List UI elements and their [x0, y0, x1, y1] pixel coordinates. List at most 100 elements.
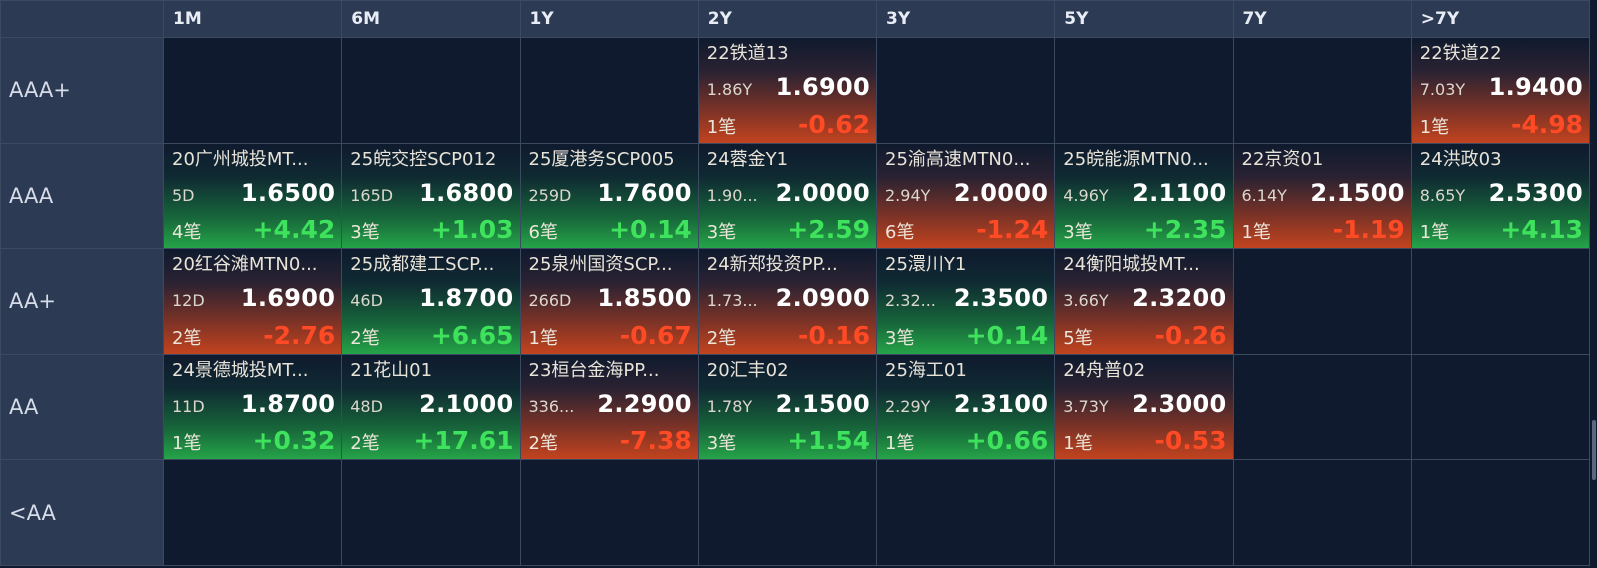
yield-change: +0.32 [252, 426, 336, 456]
bond-card[interactable]: 24衡阳城投MT... 3.66Y 2.3200 5笔 -0.26 [1055, 249, 1233, 354]
trade-count: 1笔 [1241, 222, 1271, 244]
bond-cell[interactable]: 25皖能源MTN0... 4.96Y 2.1100 3笔 +2.35 [1055, 143, 1233, 249]
trade-count: 3笔 [706, 433, 737, 455]
bond-term: 266D [528, 291, 572, 311]
bond-card[interactable]: 25泉州国资SCP... 266D 1.8500 1笔 -0.67 [520, 249, 698, 354]
col-header-2y[interactable]: 2Y [698, 1, 876, 37]
bond-term: 336... [528, 397, 575, 417]
bond-name: 25皖交控SCP012 [350, 148, 497, 170]
bond-cell[interactable]: 22京资01 6.14Y 2.1500 1笔 -1.19 [1233, 143, 1411, 249]
row-label: AA [1, 354, 163, 460]
bond-name: 22铁道22 [1419, 43, 1502, 64]
bond-card[interactable]: 25皖交控SCP012 165D 1.6800 3笔 +1.03 [342, 143, 520, 249]
bond-name: 24新郑投资PP... [706, 254, 838, 276]
col-header-7y[interactable]: 7Y [1233, 1, 1411, 37]
bond-cell[interactable]: 25成都建工SCP... 46D 1.8700 2笔 +6.65 [342, 249, 520, 354]
col-header-6m[interactable]: 6M [342, 1, 520, 37]
bond-term: 11D [172, 397, 205, 417]
empty-cell [164, 38, 342, 143]
bond-card[interactable]: 25成都建工SCP... 46D 1.8700 2笔 +6.65 [342, 249, 520, 354]
bond-card[interactable]: 22铁道13 1.86Y 1.6900 1笔 -0.62 [698, 38, 876, 143]
bond-yield: 1.8700 [419, 284, 514, 313]
empty-cell [1055, 38, 1233, 143]
bond-card[interactable]: 24洪政03 8.65Y 2.5300 1笔 +4.13 [1411, 143, 1589, 249]
bond-cell[interactable]: 24衡阳城投MT... 3.66Y 2.3200 5笔 -0.26 [1055, 249, 1233, 354]
bond-cell[interactable]: 20广州城投MT... 5D 1.6500 4笔 +4.42 [164, 143, 342, 249]
bond-yield: 2.3100 [953, 390, 1049, 419]
bond-cell[interactable]: 20红谷滩MTN0... 12D 1.6900 2笔 -2.76 [164, 249, 342, 354]
bond-card[interactable]: 20广州城投MT... 5D 1.6500 4笔 +4.42 [164, 143, 342, 249]
bond-card[interactable]: 25渝高速MTN0... 2.94Y 2.0000 6笔 -1.24 [877, 143, 1055, 249]
bond-name: 24舟普02 [1063, 359, 1146, 381]
bond-yield: 1.8700 [240, 390, 336, 419]
bond-card[interactable]: 25澴川Y1 2.32... 2.3500 3笔 +0.14 [877, 249, 1055, 354]
empty-cell [520, 460, 698, 565]
bond-cell[interactable]: 24景德城投MT... 11D 1.8700 1笔 +0.32 [164, 354, 342, 460]
empty-cell [1411, 249, 1589, 354]
bond-cell[interactable]: 24蓉金Y1 1.90... 2.0000 3笔 +2.59 [698, 143, 876, 249]
bond-term: 6.14Y [1241, 185, 1287, 205]
empty-cell [342, 38, 520, 143]
bond-yield: 2.1500 [775, 390, 870, 419]
bond-card[interactable]: 23桓台金海PP... 336... 2.2900 2笔 -7.38 [520, 354, 698, 460]
bond-card[interactable]: 24舟普02 3.73Y 2.3000 1笔 -0.53 [1055, 354, 1233, 460]
bond-name: 22京资01 [1241, 148, 1324, 170]
bond-cell[interactable]: 25厦港务SCP005 259D 1.7600 6笔 +0.14 [520, 143, 698, 249]
bond-card[interactable]: 22铁道22 7.03Y 1.9400 1笔 -4.98 [1411, 38, 1589, 143]
bond-cell[interactable]: 25泉州国资SCP... 266D 1.8500 1笔 -0.67 [520, 249, 698, 354]
bond-term: 1.73... [706, 291, 758, 311]
bond-card[interactable]: 20红谷滩MTN0... 12D 1.6900 2笔 -2.76 [164, 249, 342, 354]
bond-card[interactable]: 24景德城投MT... 11D 1.8700 1笔 +0.32 [164, 354, 342, 460]
yield-change: +1.54 [787, 426, 870, 456]
empty-cell [877, 460, 1055, 565]
col-header-3y[interactable]: 3Y [877, 1, 1055, 37]
bond-cell[interactable]: 25渝高速MTN0... 2.94Y 2.0000 6笔 -1.24 [877, 143, 1055, 249]
yield-change: +1.03 [430, 215, 514, 245]
bond-cell[interactable]: 22铁道22 7.03Y 1.9400 1笔 -4.98 [1411, 38, 1589, 143]
scrollbar-thumb[interactable] [1592, 420, 1596, 480]
bond-term: 12D [172, 291, 205, 311]
bond-cell[interactable]: 24新郑投资PP... 1.73... 2.0900 2笔 -0.16 [698, 249, 876, 354]
bond-cell[interactable]: 23桓台金海PP... 336... 2.2900 2笔 -7.38 [520, 354, 698, 460]
bond-name: 24衡阳城投MT... [1063, 254, 1200, 276]
trade-count: 1笔 [1063, 433, 1093, 455]
bond-name: 20红谷滩MTN0... [172, 254, 318, 276]
trade-count: 1笔 [885, 433, 915, 455]
bond-cell[interactable]: 25澴川Y1 2.32... 2.3500 3笔 +0.14 [877, 249, 1055, 354]
bond-cell[interactable]: 22铁道13 1.86Y 1.6900 1笔 -0.62 [698, 38, 876, 143]
bond-cell[interactable]: 20汇丰02 1.78Y 2.1500 3笔 +1.54 [698, 354, 876, 460]
bond-card[interactable]: 20汇丰02 1.78Y 2.1500 3笔 +1.54 [698, 354, 876, 460]
bond-cell[interactable]: 25海工01 2.29Y 2.3100 1笔 +0.66 [877, 354, 1055, 460]
bond-term: 8.65Y [1419, 185, 1466, 205]
bond-card[interactable]: 24新郑投资PP... 1.73... 2.0900 2笔 -0.16 [698, 249, 876, 354]
empty-cell [1233, 249, 1411, 354]
bond-card[interactable]: 22京资01 6.14Y 2.1500 1笔 -1.19 [1233, 143, 1411, 249]
col-header-1m[interactable]: 1M [164, 1, 342, 37]
yield-change: -0.26 [1154, 320, 1227, 350]
empty-cell [342, 460, 520, 565]
bond-card[interactable]: 25海工01 2.29Y 2.3100 1笔 +0.66 [877, 354, 1055, 460]
bond-name: 25泉州国资SCP... [528, 254, 673, 276]
bond-card[interactable]: 24蓉金Y1 1.90... 2.0000 3笔 +2.59 [698, 143, 876, 249]
empty-cell [1233, 354, 1411, 460]
bond-card[interactable]: 25皖能源MTN0... 4.96Y 2.1100 3笔 +2.35 [1055, 143, 1233, 249]
col-header-5y[interactable]: 5Y [1055, 1, 1233, 37]
bond-name: 20广州城投MT... [172, 148, 309, 170]
bond-cell[interactable]: 24舟普02 3.73Y 2.3000 1笔 -0.53 [1055, 354, 1233, 460]
bond-card[interactable]: 25厦港务SCP005 259D 1.7600 6笔 +0.14 [520, 143, 698, 249]
bond-term: 1.86Y [706, 80, 753, 100]
row-label: AA+ [1, 249, 163, 354]
bond-term: 48D [350, 397, 383, 417]
trade-count: 4笔 [172, 222, 202, 244]
col-header-1y[interactable]: 1Y [520, 1, 698, 37]
bond-yield: 2.0000 [953, 178, 1049, 207]
col-header-over-7y[interactable]: >7Y [1411, 1, 1589, 37]
bond-cell[interactable]: 21花山01 48D 2.1000 2笔 +17.61 [342, 354, 520, 460]
trade-count: 3笔 [885, 327, 915, 349]
trade-count: 1笔 [172, 433, 202, 455]
empty-cell [1411, 460, 1589, 565]
bond-card[interactable]: 21花山01 48D 2.1000 2笔 +17.61 [342, 354, 520, 460]
bond-cell[interactable]: 25皖交控SCP012 165D 1.6800 3笔 +1.03 [342, 143, 520, 249]
bond-cell[interactable]: 24洪政03 8.65Y 2.5300 1笔 +4.13 [1411, 143, 1589, 249]
empty-cell [164, 460, 342, 565]
